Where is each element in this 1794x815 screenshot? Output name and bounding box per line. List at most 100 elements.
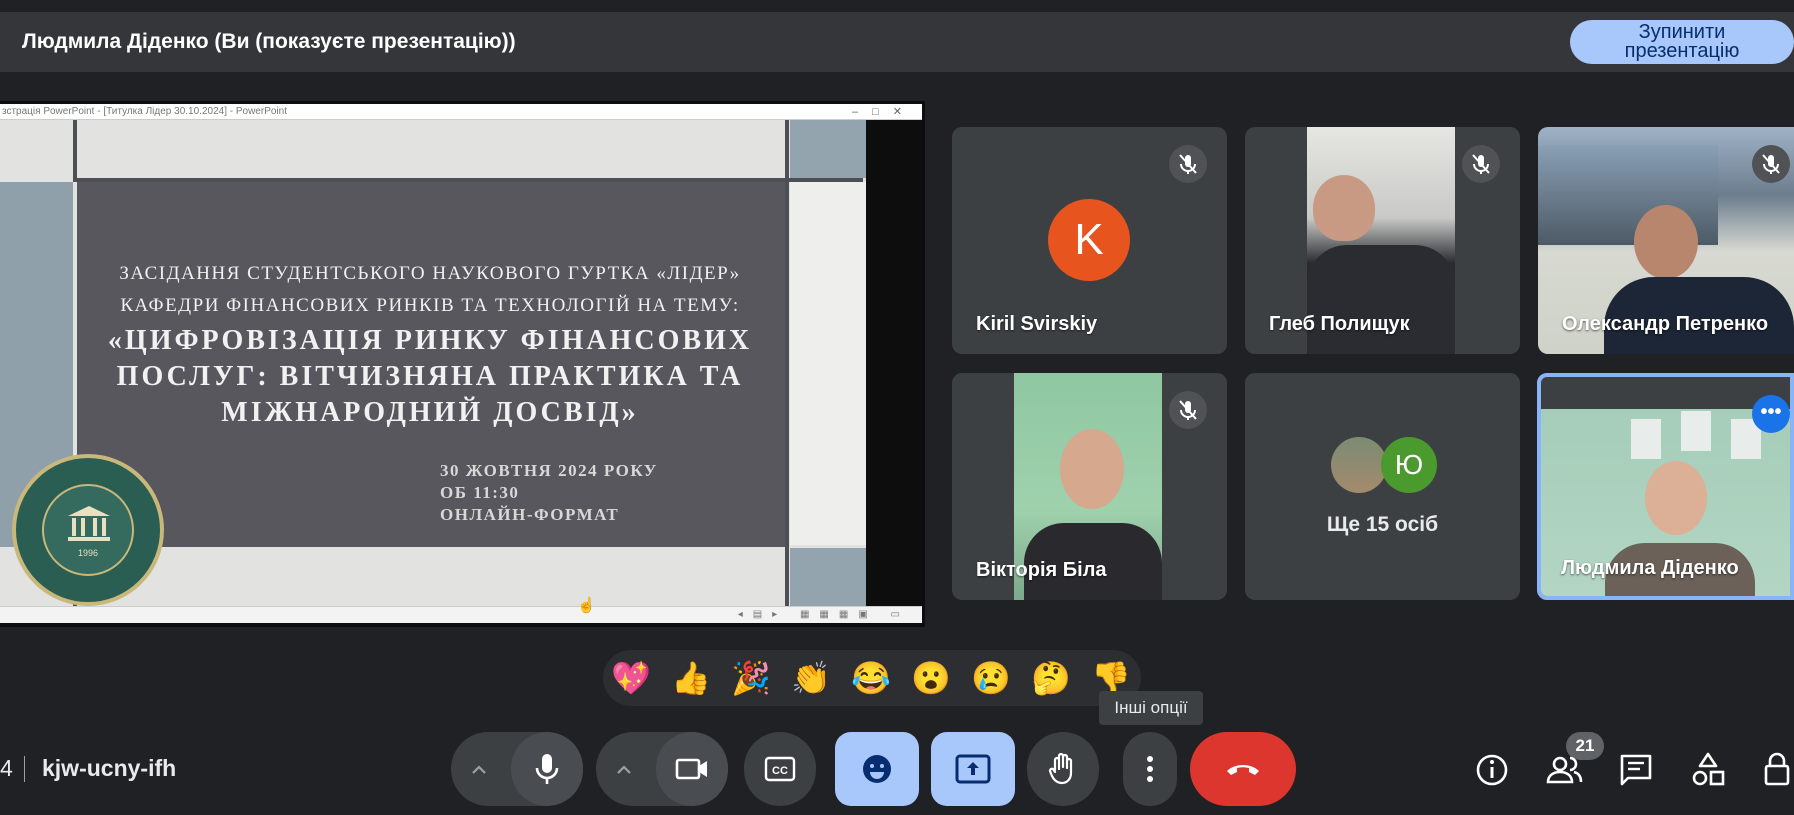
powerpoint-titlebar: зстрація PowerPoint - [Титулка Лідер 30.… xyxy=(0,104,922,120)
slide-line xyxy=(785,120,789,607)
reaction-heart-button[interactable]: 💖 xyxy=(611,658,651,698)
meeting-time: 4 xyxy=(0,755,13,781)
presenter-title: Людмила Діденко (Ви (показуєте презентац… xyxy=(22,30,516,53)
participant-name: Людмила Діденко xyxy=(1561,557,1739,579)
participant-tile-self[interactable]: ••• Людмила Діденко xyxy=(1537,373,1794,600)
info-icon xyxy=(1476,754,1508,786)
activities-icon xyxy=(1692,752,1725,786)
reactions-button[interactable] xyxy=(835,732,919,806)
certificate xyxy=(1681,411,1711,451)
present-screen-icon xyxy=(955,754,991,784)
others-tile[interactable]: Ю Ще 15 осіб xyxy=(1245,373,1520,600)
reaction-surprised-button[interactable]: 😮 xyxy=(911,658,951,698)
building-icon xyxy=(68,506,110,541)
end-call-icon xyxy=(1227,765,1259,775)
slide-time: ОБ 11:30 xyxy=(440,483,520,502)
meeting-code: kjw-ucny-ifh xyxy=(42,755,177,781)
participant-tile[interactable]: Олександр Петренко xyxy=(1538,127,1794,354)
participant-name: Kiril Svirskiy xyxy=(976,313,1098,335)
slide-format: ОНЛАЙН-ФОРМАТ xyxy=(440,505,620,524)
camera-button[interactable] xyxy=(656,732,728,806)
chat-button[interactable] xyxy=(1616,750,1656,790)
slide-line xyxy=(73,178,863,182)
window-controls: –□✕ xyxy=(852,106,916,118)
slide-decor-bottom-right xyxy=(790,548,866,607)
reactions-bar: 💖 👍 🎉 👏 😂 😮 😢 🤔 👎 xyxy=(603,650,1141,706)
mic-off-icon xyxy=(1752,145,1790,183)
stop-line-2: презентацію xyxy=(1624,40,1740,62)
participant-name: Олександр Петренко xyxy=(1562,313,1769,335)
participant-name: Вікторія Біла xyxy=(976,559,1107,581)
faculty-seal-logo: 1996 xyxy=(12,454,164,606)
face xyxy=(1645,461,1707,535)
mic-off-icon xyxy=(1169,145,1207,183)
slide-line xyxy=(73,120,77,182)
camera-icon xyxy=(675,758,707,780)
microphone-icon xyxy=(535,754,559,784)
microphone-button[interactable] xyxy=(511,732,583,806)
reaction-sad-button[interactable]: 😢 xyxy=(971,658,1011,698)
audio-options-chevron-up-icon[interactable] xyxy=(465,756,493,784)
people-icon xyxy=(1546,756,1583,784)
seal-year: 1996 xyxy=(77,548,99,558)
meeting-details-button[interactable] xyxy=(1472,750,1512,790)
face xyxy=(1634,205,1698,279)
leave-call-button[interactable] xyxy=(1190,732,1296,806)
body xyxy=(1307,245,1455,354)
raise-hand-button[interactable] xyxy=(1027,732,1099,806)
more-vert-icon xyxy=(1147,756,1153,782)
divider xyxy=(24,756,25,782)
people-button[interactable] xyxy=(1544,750,1584,790)
reaction-thinking-button[interactable]: 🤔 xyxy=(1031,658,1071,698)
raise-hand-icon xyxy=(1048,752,1073,785)
activities-button[interactable] xyxy=(1688,750,1728,790)
powerpoint-window-title: зстрація PowerPoint - [Титулка Лідер 30.… xyxy=(2,106,287,117)
participant-tile[interactable]: Вікторія Біла xyxy=(952,373,1227,600)
presented-screen: зстрація PowerPoint - [Титулка Лідер 30.… xyxy=(0,101,925,627)
tooltip: Інші опції xyxy=(1099,691,1203,725)
avatar xyxy=(1331,437,1387,493)
participant-tile[interactable]: K Kiril Svirskiy xyxy=(952,127,1227,354)
slide-line-1: ЗАСІДАННЯ СТУДЕНТСЬКОГО НАУКОВОГО ГУРТКА… xyxy=(119,263,741,284)
slide-event-info: 30 ЖОВТНЯ 2024 РОКУ ОБ 11:30 ОНЛАЙН-ФОРМ… xyxy=(440,460,658,526)
slide-main-2: ПОСЛУГ: ВІТЧИЗНЯНА ПРАКТИКА ТА xyxy=(116,361,744,392)
mic-off-icon xyxy=(1169,391,1207,429)
reaction-laugh-button[interactable]: 😂 xyxy=(851,658,891,698)
others-count: Ще 15 осіб xyxy=(1326,513,1439,536)
slide-decor-right xyxy=(790,182,866,545)
certificate xyxy=(1631,419,1661,459)
emoji-icon xyxy=(863,755,891,783)
audio-control-group xyxy=(451,732,583,806)
slide: ЗАСІДАННЯ СТУДЕНТСЬКОГО НАУКОВОГО ГУРТКА… xyxy=(0,120,866,607)
slide-title-block: ЗАСІДАННЯ СТУДЕНТСЬКОГО НАУКОВОГО ГУРТКА… xyxy=(90,258,770,430)
more-options-dots-icon[interactable]: ••• xyxy=(1752,395,1790,433)
reaction-thumbs-up-button[interactable]: 👍 xyxy=(671,658,711,698)
svg-text:CC: CC xyxy=(772,765,788,777)
face xyxy=(1313,175,1375,241)
more-options-button[interactable] xyxy=(1123,732,1177,806)
mic-off-icon xyxy=(1462,145,1500,183)
captions-button[interactable]: CC xyxy=(744,732,816,806)
video-control-group xyxy=(596,732,728,806)
avatar: K xyxy=(1048,199,1130,281)
participant-tile[interactable]: Глеб Полищук xyxy=(1245,127,1520,354)
face xyxy=(1060,429,1124,509)
slide-date: 30 ЖОВТНЯ 2024 РОКУ xyxy=(440,461,658,480)
host-controls-button[interactable] xyxy=(1760,750,1794,790)
video-options-chevron-up-icon[interactable] xyxy=(610,756,638,784)
avatar: Ю xyxy=(1381,437,1437,493)
slide-line-2: КАФЕДРИ ФІНАНСОВИХ РИНКІВ ТА ТЕХНОЛОГІЙ … xyxy=(120,295,740,316)
stop-presenting-button[interactable]: Зупинити презентацію xyxy=(1570,20,1794,64)
mouse-cursor-icon: ☝ xyxy=(577,597,596,614)
captions-icon: CC xyxy=(764,756,796,782)
slide-main-3: МІЖНАРОДНИЙ ДОСВІД» xyxy=(221,397,639,428)
lock-person-icon xyxy=(1764,752,1790,786)
present-screen-button[interactable] xyxy=(931,732,1015,806)
seal-center: 1996 xyxy=(42,484,134,576)
presentation-bar: Людмила Діденко (Ви (показуєте презентац… xyxy=(0,12,1794,72)
reaction-party-button[interactable]: 🎉 xyxy=(731,658,771,698)
slide-main-1: «ЦИФРОВІЗАЦІЯ РИНКУ ФІНАНСОВИХ xyxy=(107,325,753,356)
participant-name: Глеб Полищук xyxy=(1269,313,1410,335)
reaction-clap-button[interactable]: 👏 xyxy=(791,658,831,698)
powerpoint-statusbar: ◂▤▸ ▦▦▦▣ ▭ xyxy=(0,606,922,623)
